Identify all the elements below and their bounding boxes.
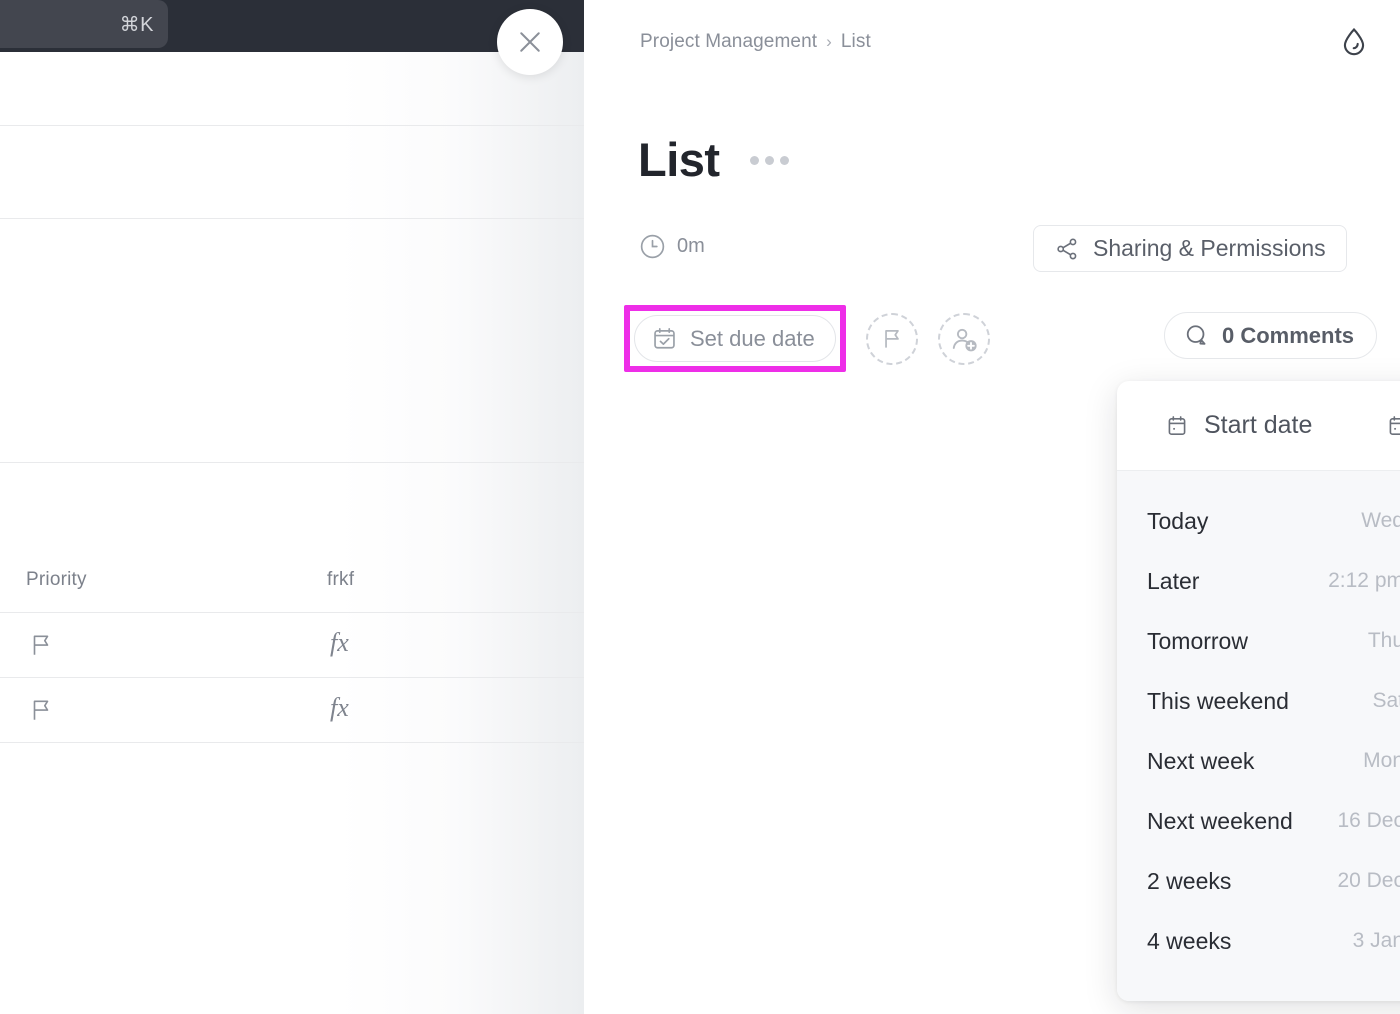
start-date-field[interactable]: Start date [1164, 411, 1312, 440]
calendar-check-icon [651, 325, 678, 352]
quick-date-option-label: This weekend [1147, 688, 1289, 715]
quick-date-option[interactable]: 4 weeks 3 Jan [1117, 911, 1400, 971]
close-icon [515, 27, 545, 57]
quick-date-option-value: Mon [1363, 749, 1400, 773]
set-due-date-label: Set due date [690, 326, 815, 352]
row-divider [0, 125, 584, 126]
calendar-icon [1385, 413, 1400, 439]
command-k-label: ⌘K [120, 12, 154, 37]
due-date-field[interactable]: Due date [1385, 411, 1400, 441]
quick-date-option[interactable]: Tomorrow Thu [1117, 611, 1400, 671]
flag-icon [879, 325, 905, 353]
due-date-highlight: Set due date [624, 305, 846, 372]
clock-icon [638, 232, 667, 261]
table-cell-formula[interactable]: fx [330, 693, 349, 723]
set-due-date-button[interactable]: Set due date [634, 315, 836, 362]
more-options-button[interactable] [744, 150, 795, 171]
quick-date-option[interactable]: Next week Mon [1117, 731, 1400, 791]
quick-date-option-label: Tomorrow [1147, 628, 1248, 655]
row-divider [0, 742, 584, 743]
flag-icon [28, 631, 54, 659]
app-root: ⌘K Priority frkf fx fx [0, 0, 1400, 1014]
sharing-permissions-button[interactable]: Sharing & Permissions [1033, 225, 1347, 272]
ellipsis-icon [765, 156, 774, 165]
date-picker-body: Today Wed Later 2:12 pm Tomorrow Thu This week… [1117, 470, 1400, 1001]
breadcrumb-separator-icon: › [826, 32, 832, 52]
ellipsis-icon [780, 156, 789, 165]
task-detail-pane: Project Management › List List 0m [584, 0, 1400, 1014]
table-cell-formula[interactable]: fx [330, 628, 349, 658]
quick-date-options: Today Wed Later 2:12 pm Tomorrow Thu This week… [1117, 471, 1400, 1001]
quick-date-option-value: 2:12 pm [1328, 569, 1400, 593]
row-divider [0, 612, 584, 613]
quick-date-option-label: 4 weeks [1147, 928, 1231, 955]
quick-date-option-label: Next week [1147, 748, 1254, 775]
quick-date-option-label: Next weekend [1147, 808, 1293, 835]
quick-date-option-value: Thu [1368, 629, 1400, 653]
sharing-permissions-label: Sharing & Permissions [1093, 235, 1326, 262]
time-tracked-value: 0m [677, 235, 705, 258]
row-divider [0, 218, 584, 219]
date-picker-fields: Start date Due date [1117, 381, 1400, 470]
add-assignee-button[interactable] [938, 313, 990, 365]
date-picker-popup: Start date Due date Today Wed Later 2:12 pm… [1117, 381, 1400, 1001]
quick-date-option-value: Wed [1361, 509, 1400, 533]
flag-icon [28, 696, 54, 724]
quick-date-option-value: 16 Dec [1337, 809, 1400, 833]
quick-date-option-value: Sat [1372, 689, 1400, 713]
quick-date-option[interactable]: Next weekend 16 Dec [1117, 791, 1400, 851]
table-row-priority-flag[interactable] [28, 696, 54, 729]
column-header-priority: Priority [26, 569, 87, 591]
comments-button[interactable]: 0 Comments [1164, 312, 1377, 359]
quick-date-option-value: 3 Jan [1353, 929, 1400, 953]
set-priority-button[interactable] [866, 313, 918, 365]
comment-icon [1183, 322, 1210, 349]
add-assignee-icon [949, 324, 979, 354]
quick-date-option[interactable]: This weekend Sat [1117, 671, 1400, 731]
droplet-button[interactable] [1337, 25, 1371, 64]
breadcrumb: Project Management › List [640, 31, 871, 53]
ellipsis-icon [750, 156, 759, 165]
quick-date-option[interactable]: 2 weeks 20 Dec [1117, 851, 1400, 911]
breadcrumb-item-project[interactable]: Project Management [640, 31, 817, 53]
quick-date-option-label: Today [1147, 508, 1208, 535]
close-button[interactable] [497, 9, 563, 75]
quick-date-option-value: 20 Dec [1337, 869, 1400, 893]
task-actions-row: Set due date [624, 305, 990, 372]
droplet-icon [1337, 25, 1371, 59]
quick-date-option[interactable]: Today Wed [1117, 491, 1400, 551]
column-header-frkf: frkf [327, 569, 354, 591]
start-date-label: Start date [1204, 411, 1312, 440]
comments-label: 0 Comments [1222, 323, 1354, 349]
breadcrumb-item-list[interactable]: List [841, 31, 871, 53]
time-tracked[interactable]: 0m [638, 232, 705, 261]
quick-date-option-label: Later [1147, 568, 1199, 595]
row-divider [0, 462, 584, 463]
quick-date-option[interactable]: Later 2:12 pm [1117, 551, 1400, 611]
background-app-pane: ⌘K Priority frkf fx fx [0, 0, 584, 1014]
share-icon [1054, 236, 1080, 262]
command-k-badge[interactable]: ⌘K [0, 0, 168, 48]
calendar-icon [1164, 413, 1190, 439]
row-divider [0, 677, 584, 678]
quick-date-option-label: 2 weeks [1147, 868, 1231, 895]
table-row-priority-flag[interactable] [28, 631, 54, 664]
page-title: List [638, 132, 720, 187]
